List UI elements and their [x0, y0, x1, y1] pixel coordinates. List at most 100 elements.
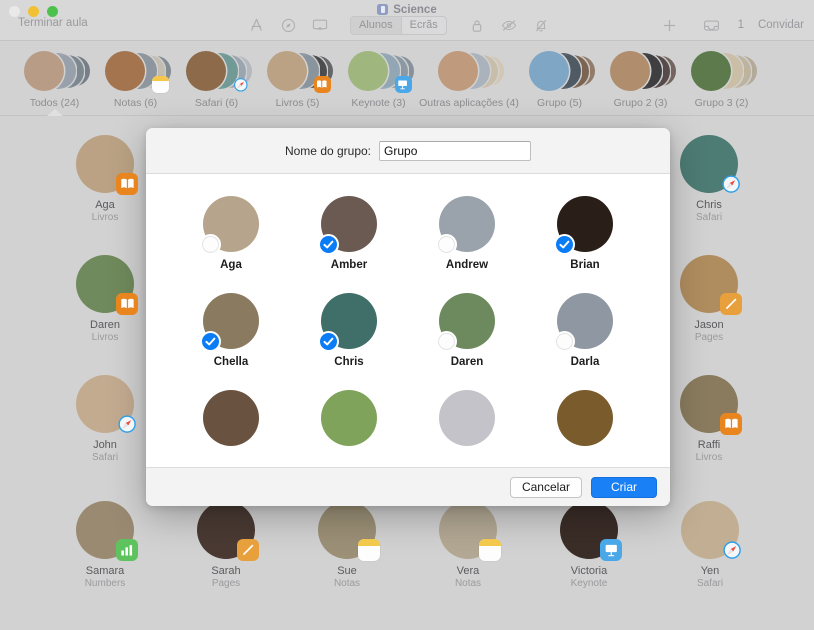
- group-name-input[interactable]: [379, 140, 532, 161]
- student-name: John: [93, 439, 117, 451]
- student-name: Jason: [694, 319, 724, 331]
- student-select-cell[interactable]: Chris: [290, 293, 408, 368]
- selection-checkbox[interactable]: [200, 331, 221, 352]
- airplay-icon[interactable]: [304, 14, 336, 36]
- filter-item-safari-6[interactable]: Safari (6): [176, 41, 257, 116]
- student-name: Victoria: [570, 565, 608, 577]
- student-select-cell[interactable]: [172, 390, 290, 446]
- student-select-cell[interactable]: Daren: [408, 293, 526, 368]
- student-select-cell[interactable]: Brian: [526, 196, 644, 271]
- student-card[interactable]: Daren Livros: [50, 255, 160, 343]
- student-name: Brian: [570, 259, 600, 271]
- filter-item-todos-24[interactable]: Todos (24): [14, 41, 95, 117]
- end-class-button[interactable]: Terminar aula: [18, 17, 88, 29]
- avatar-stack: [104, 49, 171, 93]
- avatar: [347, 51, 388, 91]
- filter-item-grupo-5[interactable]: Grupo (5): [519, 41, 600, 116]
- student-name: Yen: [700, 565, 720, 577]
- selection-checkbox[interactable]: [318, 331, 339, 352]
- avatar-stack: [185, 49, 252, 93]
- student-name: Sue: [337, 565, 357, 577]
- filter-label: Outras aplicações (4): [419, 97, 519, 109]
- view-mode-segmented-control[interactable]: Alunos Ecrãs: [350, 15, 447, 35]
- student-card[interactable]: John Safari: [50, 375, 160, 463]
- student-card[interactable]: Samara Numbers: [50, 501, 160, 589]
- selection-checkbox[interactable]: [554, 234, 575, 255]
- dialog-student-picker[interactable]: Aga Amber Andrew Brian Chella Chris Daren Darla: [146, 174, 670, 467]
- selection-checkbox[interactable]: [554, 331, 575, 352]
- student-select-cell[interactable]: Andrew: [408, 196, 526, 271]
- student-app: Pages: [694, 332, 724, 343]
- filter-item-outras-aplica-es-4[interactable]: Outras aplicações (4): [419, 41, 519, 116]
- avatar-stack: [266, 49, 333, 93]
- toolbar-center-group: Alunos Ecrãs: [240, 14, 557, 36]
- student-app: Safari: [696, 578, 724, 589]
- student-app: Safari: [91, 452, 119, 463]
- dialog-footer: Cancelar Criar: [146, 467, 670, 506]
- mute-icon[interactable]: [525, 14, 557, 36]
- student-card[interactable]: Yen Safari: [655, 501, 765, 589]
- lock-icon[interactable]: [461, 14, 493, 36]
- tab-ecras[interactable]: Ecrãs: [402, 17, 446, 34]
- avatar: [23, 51, 64, 91]
- student-name: Chris: [696, 199, 722, 211]
- student-select-cell[interactable]: Chella: [172, 293, 290, 368]
- student-card[interactable]: Chris Safari: [654, 135, 764, 223]
- student-select-cell[interactable]: [290, 390, 408, 446]
- student-select-cell[interactable]: [408, 390, 526, 446]
- filter-item-grupo-3-2[interactable]: Grupo 3 (2): [681, 41, 762, 116]
- cancel-button[interactable]: Cancelar: [509, 476, 582, 498]
- inbox-icon[interactable]: [696, 14, 728, 36]
- selection-checkbox[interactable]: [436, 331, 457, 352]
- student-card[interactable]: Sarah Pages: [171, 501, 281, 589]
- filter-item-notas-6[interactable]: Notas (6): [95, 41, 176, 116]
- books-app-icon: [116, 293, 138, 315]
- create-button[interactable]: Criar: [591, 476, 657, 498]
- filter-item-livros-5[interactable]: Livros (5): [257, 41, 338, 116]
- create-group-dialog: Nome do grupo: Aga Amber Andrew Brian Chella…: [146, 128, 670, 506]
- avatar: [197, 501, 259, 561]
- student-select-cell[interactable]: Aga: [172, 196, 290, 271]
- student-card[interactable]: Jason Pages: [654, 255, 764, 343]
- tab-alunos[interactable]: Alunos: [351, 16, 402, 34]
- avatar-stack: [347, 49, 414, 93]
- student-app: Notas: [333, 578, 361, 589]
- keynote-app-icon: [394, 76, 412, 93]
- avatar: [203, 390, 259, 446]
- books-app-icon: [313, 76, 331, 93]
- filter-label: Grupo (5): [537, 97, 582, 109]
- selection-checkbox[interactable]: [200, 234, 221, 255]
- avatar: [436, 293, 495, 352]
- avatar-stack: [528, 49, 595, 93]
- student-select-cell[interactable]: Darla: [526, 293, 644, 368]
- selection-checkbox[interactable]: [318, 234, 339, 255]
- student-select-cell[interactable]: Amber: [290, 196, 408, 271]
- filter-bar: Todos (24) Notas (6) Safari (6) Livros (5) K…: [0, 41, 814, 117]
- avatar: [439, 501, 501, 561]
- selection-checkbox[interactable]: [436, 234, 457, 255]
- student-card[interactable]: Sue Notas: [292, 501, 402, 589]
- notes-app-icon: [151, 76, 169, 93]
- books-app-icon: [720, 413, 742, 435]
- student-select-cell[interactable]: [526, 390, 644, 446]
- filter-item-keynote-3[interactable]: Keynote (3): [338, 41, 419, 116]
- student-name: Daren: [90, 319, 120, 331]
- invite-button[interactable]: Convidar: [758, 19, 804, 31]
- pages-app-icon: [720, 293, 742, 315]
- filter-label: Grupo 2 (3): [613, 97, 668, 109]
- student-card[interactable]: Victoria Keynote: [534, 501, 644, 589]
- filter-item-grupo-2-3[interactable]: Grupo 2 (3): [600, 41, 681, 116]
- safari-icon[interactable]: [272, 14, 304, 36]
- add-button[interactable]: [654, 14, 686, 36]
- avatar: [680, 135, 740, 193]
- student-card[interactable]: Raffi Livros: [654, 375, 764, 463]
- avatar: [690, 51, 731, 91]
- filter-label: Notas (6): [113, 97, 158, 109]
- student-card[interactable]: Vera Notas: [413, 501, 523, 589]
- avatar: [266, 51, 307, 91]
- student-card[interactable]: Aga Livros: [50, 135, 160, 223]
- filter-list: Todos (24) Notas (6) Safari (6) Livros (5) K…: [0, 41, 814, 117]
- app-store-icon[interactable]: [240, 14, 272, 36]
- student-selection-grid: Aga Amber Andrew Brian Chella Chris Daren Darla: [146, 174, 670, 446]
- hide-screen-icon[interactable]: [493, 14, 525, 36]
